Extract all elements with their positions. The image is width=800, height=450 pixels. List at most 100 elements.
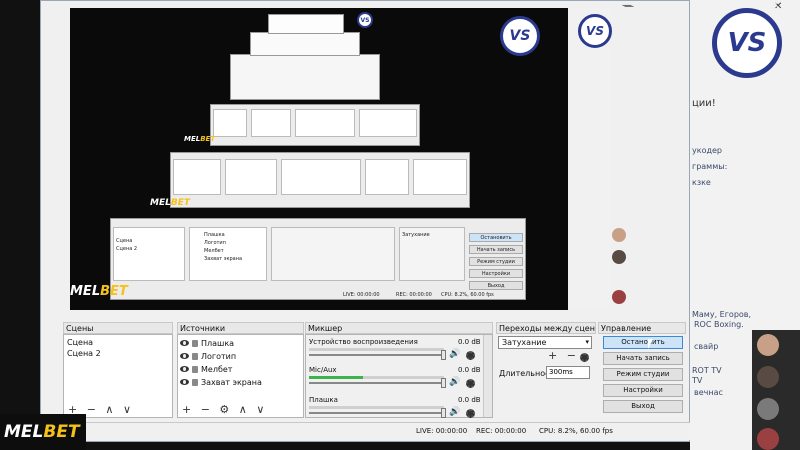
preview-avatar bbox=[612, 250, 626, 264]
lock-icon[interactable] bbox=[192, 365, 198, 373]
status-rec: REC: 00:00:00 bbox=[476, 427, 527, 435]
mixer-channel-name: Mic/Aux bbox=[309, 366, 337, 374]
user-avatar[interactable] bbox=[757, 428, 779, 450]
sources-dock-header: Источники bbox=[177, 322, 304, 334]
mixer-dock-header: Микшер bbox=[305, 322, 493, 334]
scene-item[interactable]: Сцена bbox=[67, 338, 93, 347]
speaker-icon[interactable]: 🔊 bbox=[449, 377, 460, 387]
source-item-label: Логотип bbox=[201, 351, 237, 361]
bg-fragment: граммы: bbox=[692, 162, 728, 171]
mixer-volume-slider[interactable] bbox=[309, 354, 444, 356]
bg-fragment: ROC Boxing. bbox=[694, 320, 744, 329]
user-avatar[interactable] bbox=[757, 334, 779, 356]
gear-icon[interactable] bbox=[466, 379, 475, 388]
nested-transition-select: Затухание bbox=[402, 232, 430, 238]
gear-icon[interactable] bbox=[466, 351, 475, 360]
nested-source-item: Плашка bbox=[204, 232, 225, 238]
eye-icon[interactable] bbox=[180, 340, 189, 346]
transition-select[interactable]: Затухание ▾ bbox=[498, 336, 592, 349]
mixer-volume-knob[interactable] bbox=[441, 350, 446, 360]
mixer-volume-slider[interactable] bbox=[309, 382, 444, 384]
nested-control-button: Настройки bbox=[469, 269, 523, 278]
screen: VS ции! укодер граммы: кзке Маму, Егоров… bbox=[0, 0, 800, 450]
eye-icon[interactable] bbox=[180, 366, 189, 372]
nested-status-rec: REC: 00:00:00 bbox=[396, 292, 432, 298]
bg-fragment: ROT TV bbox=[692, 366, 722, 375]
lock-icon[interactable] bbox=[192, 352, 198, 360]
mouse-cursor-icon bbox=[648, 339, 658, 349]
melbet-logo-overlay: MELBET bbox=[0, 414, 86, 450]
bg-fragment: вечнас bbox=[694, 388, 723, 397]
speaker-icon[interactable]: 🔊 bbox=[449, 407, 460, 417]
transitions-toolbar[interactable]: + − bbox=[548, 349, 579, 362]
vs-logo-nested: VS bbox=[357, 12, 373, 28]
user-avatar[interactable] bbox=[757, 366, 779, 388]
exit-button[interactable]: Выход bbox=[603, 400, 683, 413]
mixer-scrollbar[interactable] bbox=[483, 335, 492, 417]
source-item[interactable]: Мелбет bbox=[180, 363, 232, 375]
status-cpu: CPU: 8.2%, 60.00 fps bbox=[539, 427, 613, 435]
nested-panel bbox=[173, 159, 221, 195]
mixer-volume-knob[interactable] bbox=[441, 378, 446, 388]
source-item[interactable]: Плашка bbox=[180, 337, 234, 349]
studio-mode-button[interactable]: Режим студии bbox=[603, 368, 683, 381]
nested-panel bbox=[295, 109, 355, 137]
bg-fragment: свайр bbox=[694, 342, 719, 351]
eye-icon[interactable] bbox=[180, 353, 189, 359]
nested-control-button: Начать запись bbox=[469, 245, 523, 254]
nested-panel bbox=[359, 109, 417, 137]
scenes-list[interactable]: Сцена Сцена 2 + − ∧ ∨ bbox=[63, 334, 173, 418]
duration-spinbox[interactable]: 300ms bbox=[546, 366, 590, 379]
window-close-button[interactable]: ✕ bbox=[771, 0, 779, 14]
nested-source-item: Захват экрана bbox=[204, 256, 243, 262]
status-bar: LIVE: 00:00:00 REC: 00:00:00 CPU: 8.2%, … bbox=[40, 422, 690, 440]
stop-stream-button[interactable]: Остановить bbox=[603, 336, 683, 349]
vs-logo-text: VS bbox=[509, 28, 531, 44]
user-avatar[interactable] bbox=[757, 398, 779, 420]
sources-toolbar[interactable]: + − ⚙ ∧ ∨ bbox=[182, 403, 267, 416]
transition-select-value: Затухание bbox=[502, 338, 547, 347]
source-item-label: Плашка bbox=[201, 338, 235, 348]
mixer-channel-db: 0.0 dB bbox=[458, 366, 481, 374]
vs-logo-text: VS bbox=[727, 28, 767, 58]
nested-tunnel bbox=[230, 54, 380, 100]
gear-icon[interactable] bbox=[580, 353, 589, 362]
gear-icon[interactable] bbox=[466, 409, 475, 418]
window-minimize-button[interactable]: — bbox=[622, 0, 632, 14]
nested-obs-level-2 bbox=[170, 152, 470, 208]
vs-logo-large: VS bbox=[712, 8, 782, 78]
nested-status-live: LIVE: 00:00:00 bbox=[343, 292, 380, 298]
dropdown-arrow-icon: ▾ bbox=[585, 338, 589, 346]
settings-button[interactable]: Настройки bbox=[603, 384, 683, 397]
preview-avatar bbox=[612, 228, 626, 242]
bg-fragment: ции! bbox=[692, 98, 716, 109]
transitions-dock-header: Переходы между сценами bbox=[496, 322, 596, 334]
start-recording-button[interactable]: Начать запись bbox=[603, 352, 683, 365]
bg-fragment: укодер bbox=[692, 146, 722, 155]
bg-fragment: TV bbox=[692, 376, 703, 385]
source-item[interactable]: Логотип bbox=[180, 350, 236, 362]
mixer-channel-db: 0.0 dB bbox=[458, 396, 481, 404]
nested-source-item: Мелбет bbox=[204, 248, 224, 254]
status-live: LIVE: 00:00:00 bbox=[416, 427, 468, 435]
mixer-channel-db: 0.0 dB bbox=[458, 338, 481, 346]
sources-list[interactable]: Плашка Логотип Мелбет Захват экрана + − … bbox=[177, 334, 304, 418]
mixer-volume-slider[interactable] bbox=[309, 412, 444, 414]
scene-item[interactable]: Сцена 2 bbox=[67, 349, 101, 358]
preview-canvas[interactable]: Сцена Сцена 2 Плашка Логотип Мелбет Захв… bbox=[70, 8, 610, 310]
lock-icon[interactable] bbox=[192, 339, 198, 347]
lock-icon[interactable] bbox=[192, 378, 198, 386]
nested-tunnel bbox=[250, 32, 360, 56]
nested-panel bbox=[281, 159, 361, 195]
eye-icon[interactable] bbox=[180, 379, 189, 385]
nested-scene-item: Сцена 2 bbox=[116, 246, 138, 252]
nested-control-button: Выход bbox=[469, 281, 523, 290]
speaker-icon[interactable]: 🔊 bbox=[449, 349, 460, 359]
source-item-label: Захват экрана bbox=[201, 377, 262, 387]
nested-obs-level-1: Сцена Сцена 2 Плашка Логотип Мелбет Захв… bbox=[110, 218, 526, 300]
nested-obs-level-3 bbox=[210, 104, 420, 146]
nested-panel bbox=[413, 159, 467, 195]
mixer-volume-knob[interactable] bbox=[441, 408, 446, 418]
melbet-logo-nested: MELBET bbox=[184, 135, 216, 143]
source-item[interactable]: Захват экрана bbox=[180, 376, 262, 388]
